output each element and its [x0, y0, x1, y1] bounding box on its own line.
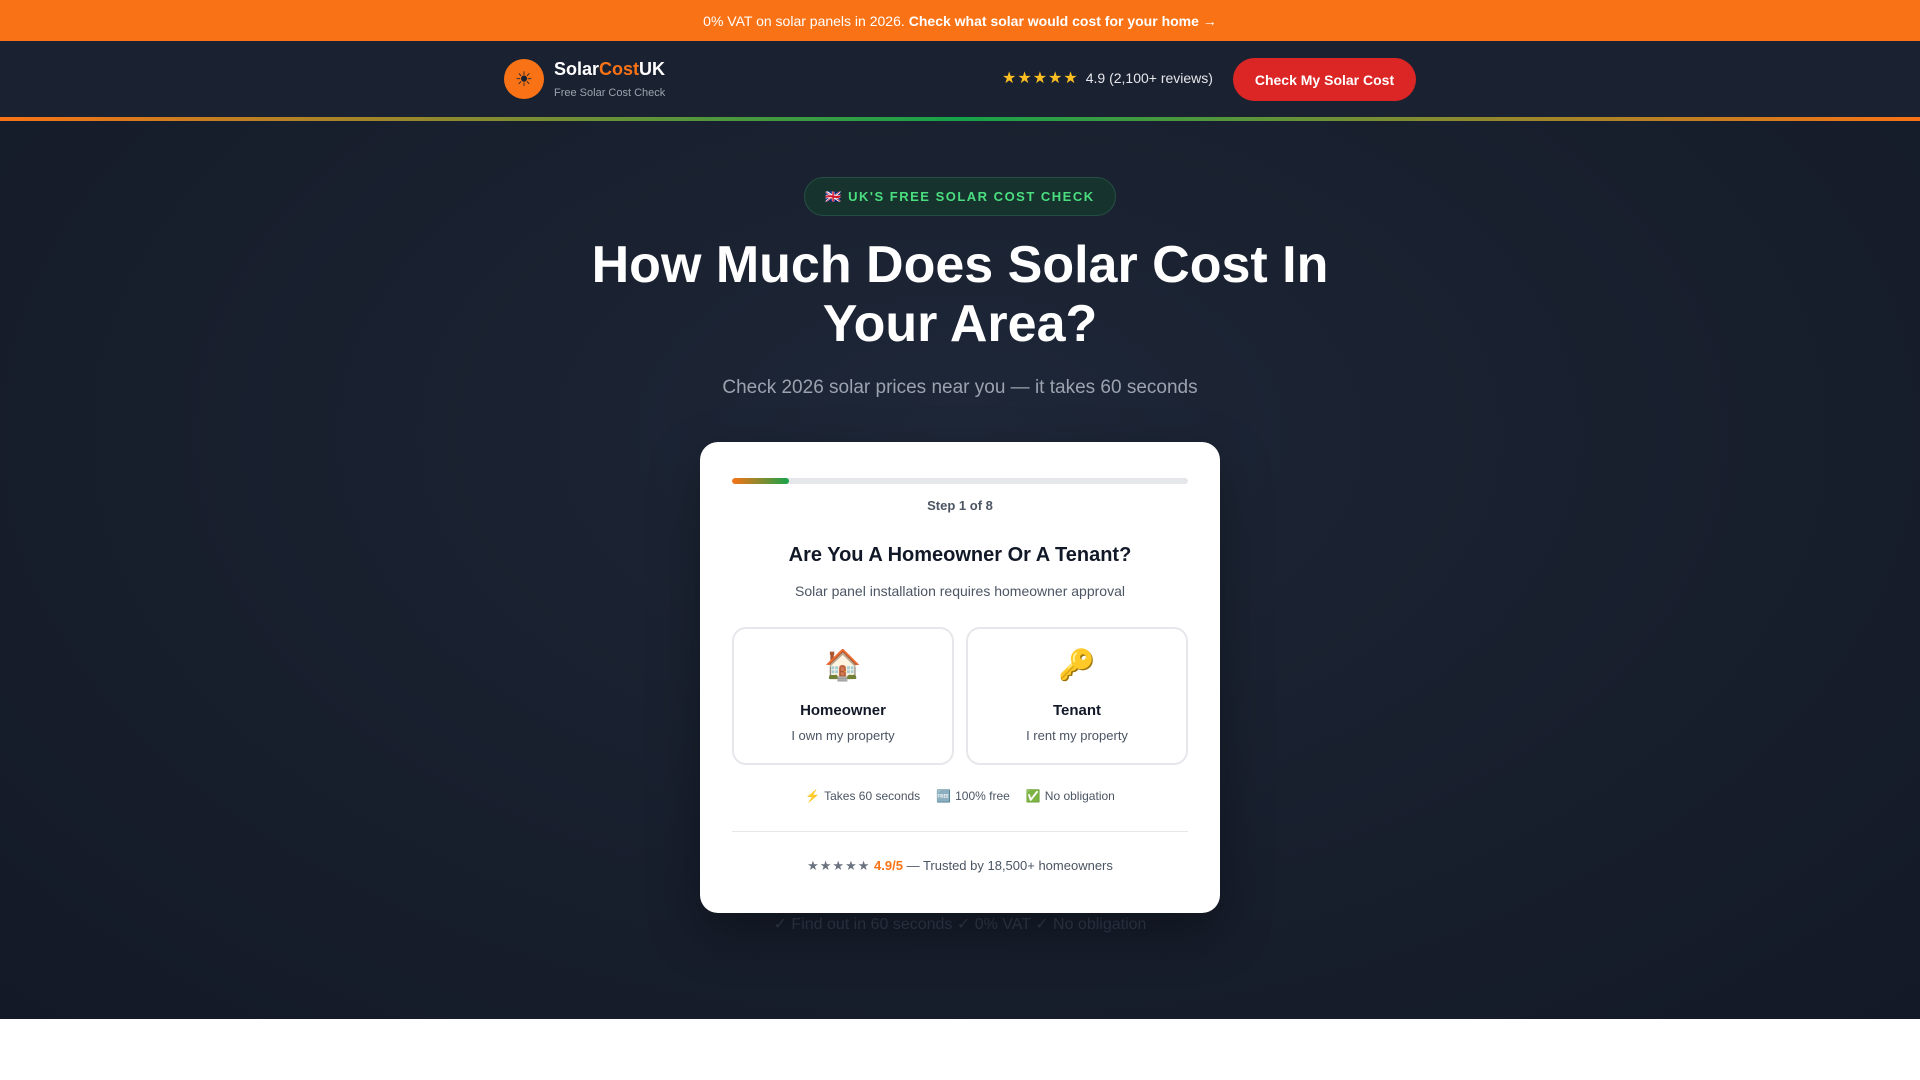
option-tenant[interactable]: 🔑 Tenant I rent my property: [966, 627, 1188, 765]
promo-cta-link[interactable]: Check what solar would cost for your hom…: [909, 13, 1217, 29]
trust-stars-icon: ★★★★★: [807, 858, 871, 873]
progress-bar: [732, 478, 1188, 484]
sun-icon[interactable]: ☀: [504, 59, 544, 99]
trust-line: ★★★★★ 4.9/5 — Trusted by 18,500+ homeown…: [700, 858, 1220, 874]
hero-badge: 🇬🇧 UK'S FREE SOLAR COST CHECK: [804, 177, 1116, 216]
check-icon: ✅: [1025, 789, 1041, 803]
quiz-card: Step 1 of 8 Are You A Homeowner Or A Ten…: [700, 442, 1220, 913]
header-rating: ★★★★★ 4.9 (2,100+ reviews): [1002, 68, 1213, 88]
brand-suffix: UK: [639, 59, 666, 79]
hero-subtitle: Check 2026 solar prices near you — it ta…: [722, 377, 1198, 398]
site-header: [0, 41, 1920, 117]
progress-fill: [732, 478, 789, 484]
hero-footnote: ✓ Find out in 60 seconds ✓ 0% VAT ✓ No o…: [773, 916, 1147, 933]
trust-text: — Trusted by 18,500+ homeowners: [906, 858, 1113, 873]
option-description: I own my property: [791, 728, 895, 743]
assurance-text: No obligation: [1044, 789, 1115, 803]
assurance-item: 🆓 100% free: [936, 789, 1010, 803]
option-description: I rent my property: [1026, 728, 1128, 743]
assurance-text: Takes 60 seconds: [824, 789, 921, 803]
promo-text: 0% VAT on solar panels in 2026.: [703, 12, 905, 29]
brand-accent: Cost: [599, 59, 640, 79]
assurance-text: 100% free: [955, 789, 1010, 803]
hero-title: How Much Does Solar Cost In Your Area?: [591, 236, 1329, 353]
promo-bar: 0% VAT on solar panels in 2026. Check wh…: [0, 0, 1920, 41]
option-title: Homeowner: [800, 702, 886, 719]
quiz-question: Are You A Homeowner Or A Tenant?: [788, 544, 1132, 566]
quiz-hint: Solar panel installation requires homeow…: [795, 583, 1125, 599]
free-icon: 🆓: [936, 789, 952, 803]
option-title: Tenant: [1052, 702, 1102, 719]
trust-score: 4.9/5: [874, 858, 903, 873]
step-label: Step 1 of 8: [927, 498, 993, 513]
check-solar-cost-button[interactable]: Check My Solar Cost: [1233, 58, 1416, 101]
assurance-item: ✅ No obligation: [1026, 789, 1115, 803]
house-icon: 🏠: [824, 649, 862, 682]
brand-tagline: Free Solar Cost Check: [554, 87, 666, 99]
card-divider: [732, 831, 1188, 832]
option-homeowner[interactable]: 🏠 Homeowner I own my property: [732, 627, 954, 765]
assurance-list: ⚡ Takes 60 seconds 🆓 100% free ✅ No obli…: [700, 789, 1220, 803]
assurance-item: ⚡ Takes 60 seconds: [805, 789, 920, 803]
rating-text: 4.9 (2,100+ reviews): [1085, 70, 1213, 86]
key-icon: 🔑: [1058, 649, 1096, 682]
rating-stars-icon: ★★★★★: [1002, 70, 1079, 87]
brand-name[interactable]: SolarCostUK: [554, 59, 665, 80]
brand-prefix: Solar: [554, 59, 600, 79]
lightning-icon: ⚡: [805, 789, 821, 803]
